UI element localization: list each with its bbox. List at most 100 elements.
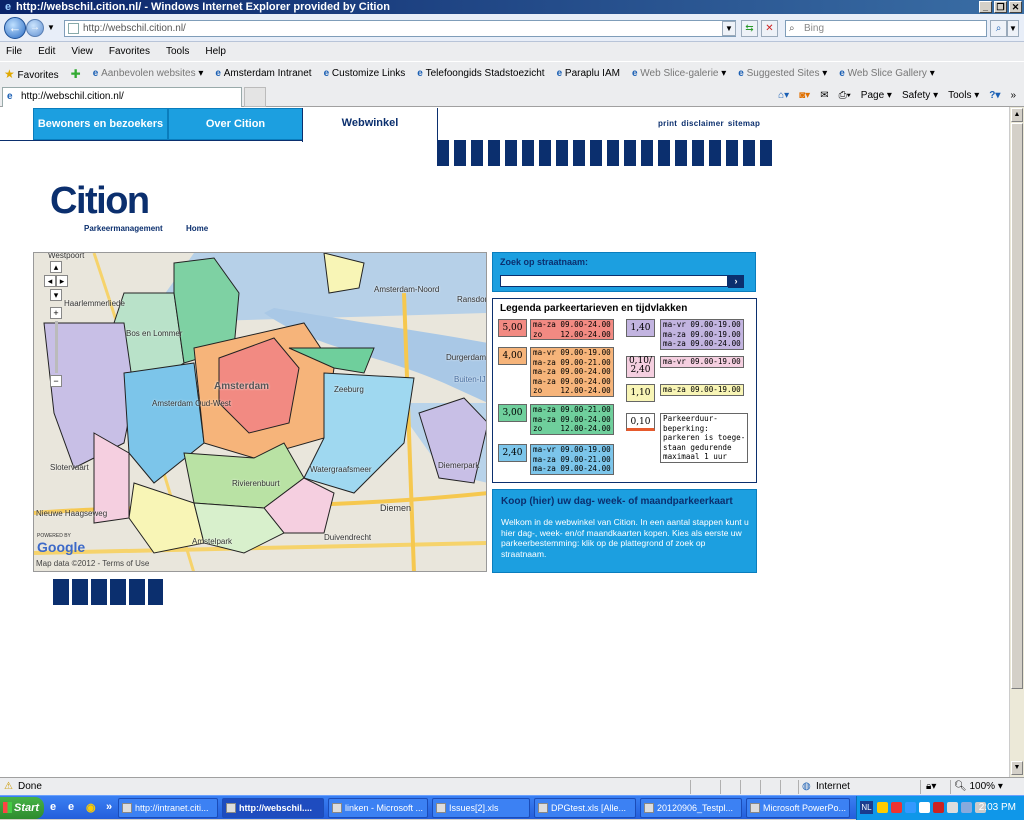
map-label-ransdorp: Ransdorp [457,295,487,304]
address-dropdown[interactable]: ▼ [722,21,736,36]
zoom-level[interactable]: 🔍︎ 100% ▾ [954,778,1003,795]
favorite-item[interactable]: e Web Slice Gallery ▾ [839,68,934,79]
taskbar-button[interactable]: 20120906_Testpl... [640,798,742,818]
compat-view-icon[interactable]: ⇆ [741,20,758,37]
status-divider [690,780,691,794]
menu-edit[interactable]: Edit [38,46,55,57]
scroll-up-button[interactable]: ▲ [1011,108,1023,122]
menu-view[interactable]: View [71,46,93,57]
favorite-item-label: Telefoongids Stadstoezicht [425,68,545,79]
street-search-input[interactable] [500,275,728,287]
address-row: ← → ▼ http://webschil.citi​on.nl/ ▼ ⇆ ✕ … [0,14,1024,42]
nav-webwinkel[interactable]: Webwinkel [302,108,438,142]
quicklaunch-more[interactable]: » [106,801,112,813]
tray-icon-1[interactable] [877,802,888,813]
print-link[interactable]: print [658,119,677,128]
favorite-item[interactable]: e Web Slice-galerie ▾ [632,68,726,79]
favorite-item[interactable]: e Suggested Sites ▾ [738,68,827,79]
favorite-item[interactable]: e Customize Links [324,68,406,79]
ie-quicklaunch-icon-2[interactable]: e [68,801,74,813]
taskbar-button[interactable]: linken - Microsoft ... [328,798,428,818]
parking-map[interactable]: Westpoort Haarlemmerliede Bos en Lommer … [33,252,487,572]
zoom-out-button[interactable]: − [50,375,62,387]
zoom-in-button[interactable]: + [50,307,62,319]
vertical-scrollbar[interactable]: ▲ ▼ [1009,107,1024,777]
nav-bewoners[interactable]: Bewoners en bezoekers [33,108,168,140]
taskbar-button[interactable]: http://webschil.... [222,798,324,818]
tray-icon-3[interactable] [905,802,916,813]
street-search-go-button[interactable]: › [728,275,744,288]
feeds-icon[interactable]: ◙▾ [799,87,810,105]
zoom-slider[interactable] [55,321,58,373]
map-label-oud-west: Amsterdam Oud-West [152,399,231,408]
status-divider [720,780,721,794]
google-logo[interactable]: Google [37,539,85,555]
ie-quicklaunch-icon[interactable]: e [50,801,56,813]
favorite-item[interactable]: e Amsterdam Intranet [215,68,311,79]
taskbar-button[interactable]: DPGtest.xls [Alle... [534,798,636,818]
address-bar[interactable]: http://webschil.citi​on.nl/ [64,20,736,37]
legend-times: ma-za 09.00-24.00 zo 12.00-24.00 [530,319,614,341]
legend-rate: 1,40 [626,319,655,337]
menu-file[interactable]: File [6,46,22,57]
pan-right-button[interactable]: ▸ [56,275,68,287]
mail-icon[interactable]: ✉ [820,87,828,105]
forward-button[interactable]: → [26,19,44,37]
menu-favorites[interactable]: Favorites [109,46,150,57]
browser-tab[interactable]: e http://webschil.citi​on.nl/ [2,87,242,107]
minimize-button[interactable]: _ [979,1,992,13]
chevron-icon[interactable]: » [1010,87,1016,105]
map-label-durgerdam: Durgerdam [446,353,487,362]
scroll-thumb[interactable] [1011,123,1023,689]
map-copyright[interactable]: Map data ©2012 - Terms of Use [36,559,149,568]
help-icon[interactable]: ?▾ [989,87,1000,105]
favorite-item[interactable]: e Telefoongids Stadstoezicht [417,68,544,79]
menu-tools[interactable]: Tools [166,46,189,57]
sitemap-link[interactable]: sitemap [728,119,760,128]
stop-icon[interactable]: ✕ [761,20,778,37]
ie-icon: e [839,68,848,79]
scroll-down-button[interactable]: ▼ [1011,761,1023,775]
nav-over-cition[interactable]: Over Cition [168,108,303,140]
home-link[interactable]: Home [186,224,208,233]
home-icon[interactable]: ⌂▾ [778,87,789,105]
favorite-item[interactable]: e Aanbevolen websites ▾ [93,68,204,79]
tools-menu[interactable]: Tools ▾ [948,87,979,105]
restore-button[interactable]: ❐ [994,1,1007,13]
safety-menu[interactable]: Safety ▾ [902,87,938,105]
page-menu[interactable]: Page ▾ [861,87,892,105]
outlook-quicklaunch-icon[interactable]: ◉ [86,801,96,814]
menu-help[interactable]: Help [205,46,226,57]
map-label-diemen: Diemen [380,503,412,513]
tray-icon-6[interactable] [947,802,958,813]
pan-up-button[interactable]: ▴ [50,261,62,273]
favorite-item[interactable]: e Paraplu IAM [557,68,620,79]
tray-icon-5[interactable] [933,802,944,813]
taskbar-button[interactable]: Microsoft PowerPo... [746,798,850,818]
history-dropdown[interactable]: ▼ [47,23,55,32]
print-icon[interactable]: ⎙▾ [839,87,851,105]
clock: 2:03 PM [978,802,1016,813]
security-zone[interactable]: Internet [816,778,850,795]
search-input[interactable]: ⌕ Bing [785,20,987,37]
language-indicator[interactable]: NL [860,801,873,814]
tray-icon-2[interactable] [891,802,902,813]
back-button[interactable]: ← [4,17,26,39]
add-favorite-icon[interactable]: ✚ [71,67,81,81]
protected-mode-icon[interactable]: 🔒︎▾ [926,778,936,795]
new-tab-button[interactable] [244,87,266,107]
search-options-dropdown[interactable]: ▼ [1007,20,1019,37]
search-go-button[interactable]: ⌕ [990,20,1007,37]
disclaimer-link[interactable]: disclaimer [681,119,724,128]
cition-logo[interactable]: Cition [50,180,150,223]
pan-down-button[interactable]: ▾ [50,289,62,301]
legend-times: ma-vr 09.00-19.00 ma-za 09.00-21.00 ma-z… [530,347,614,397]
favorites-button[interactable]: ★ Favorites [4,67,59,81]
pan-left-button[interactable]: ◂ [44,275,56,287]
taskbar-button[interactable]: Issues[2].xls [432,798,530,818]
tray-icon-4[interactable] [919,802,930,813]
close-button[interactable]: ✕ [1009,1,1022,13]
taskbar-button[interactable]: http://intranet.citi... [118,798,218,818]
tray-icon-7[interactable] [961,802,972,813]
start-button[interactable]: Start [0,797,44,819]
